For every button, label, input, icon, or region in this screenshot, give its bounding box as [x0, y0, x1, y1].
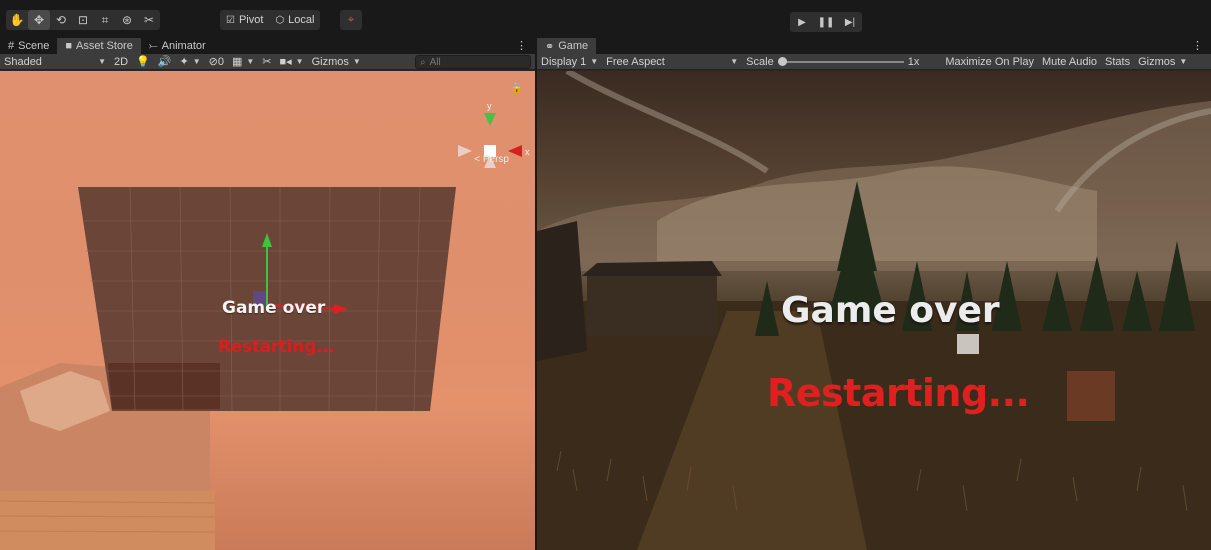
- main-toolbar: ✋ ✥ ⟲ ⊡ ⌗ ⊛ ✂ ☑ Pivot ⬡ Local ⌖ ▶ ❚❚ ▶|: [0, 0, 1211, 38]
- transform-tool-icon[interactable]: ⊛: [116, 10, 138, 30]
- restarting-subtitle: Restarting...: [767, 371, 1030, 415]
- scene-tabbar: # Scene ■ Asset Store ⤚ Animator ⋮: [0, 38, 535, 54]
- audio-icon[interactable]: 🔊: [154, 54, 176, 70]
- draw-mode-value: Shaded: [4, 55, 42, 68]
- pause-icon[interactable]: ❚❚: [814, 12, 838, 32]
- scene-tab-icon: #: [8, 40, 15, 52]
- hidden-count: 0: [217, 55, 224, 68]
- scene-controlbar: Shaded ▼ 2D 💡 🔊 ✦ ▼ ⊘ 0 ▦ ▼ ✂ ■◂ ▼ Gizmos ▼…: [0, 54, 535, 70]
- asset-store-icon: ■: [65, 40, 72, 52]
- asset-store-tab-label: Asset Store: [75, 40, 133, 52]
- building-middle: [587, 276, 717, 336]
- animator-tab-label: Animator: [161, 40, 206, 52]
- chevron-down-icon: ▼: [98, 57, 106, 66]
- draw-mode-dropdown[interactable]: Shaded ▼: [0, 54, 110, 70]
- game-tabbar: ⚭ Game ⋮: [537, 38, 1211, 54]
- cloud-highlight: [657, 166, 1097, 261]
- pivot-label: Pivot: [238, 14, 264, 26]
- persp-label[interactable]: < Persp: [474, 154, 509, 165]
- animator-icon: ⤚: [148, 39, 158, 52]
- game-panel: ⚭ Game ⋮ Display 1 ▼ Free Aspect ▼ Scale…: [537, 38, 1211, 550]
- move-tool-icon[interactable]: ✥: [28, 10, 50, 30]
- play-icon[interactable]: ▶: [790, 12, 814, 32]
- scene-panel: # Scene ■ Asset Store ⤚ Animator ⋮ Shade…: [0, 38, 535, 550]
- scene-viewport[interactable]: y x 🔒 < Persp Game over Restarting...: [0, 71, 535, 550]
- scale-tool-icon[interactable]: ⊡: [72, 10, 94, 30]
- eye-slash-icon: ⊘: [208, 56, 218, 68]
- game-tab-label: Game: [558, 40, 589, 52]
- scale-slider[interactable]: [777, 56, 904, 67]
- stats-toggle[interactable]: Stats: [1101, 54, 1134, 70]
- scale-control: Scale 1x: [742, 54, 923, 70]
- chevron-down-icon: ▼: [1179, 57, 1188, 66]
- game-tab-icon: ⚭: [545, 40, 555, 53]
- custom-tool-icon[interactable]: ✂: [138, 10, 160, 30]
- chevron-down-icon: ▼: [352, 57, 361, 66]
- scene-overlay-title: Game over: [222, 298, 326, 318]
- scale-value: 1x: [907, 55, 920, 68]
- local-icon: ⬡: [275, 14, 285, 26]
- chevron-down-icon: ▼: [590, 57, 599, 66]
- aspect-dropdown[interactable]: Free Aspect ▼: [602, 54, 742, 70]
- game-viewport[interactable]: Game over Restarting...: [537, 71, 1211, 550]
- building-roof: [582, 261, 722, 276]
- scene-gizmos-label: Gizmos: [311, 55, 349, 68]
- svg-text:y: y: [487, 101, 492, 111]
- camera-icon[interactable]: ■◂ ▼: [276, 54, 308, 70]
- search-icon: ⌕: [420, 56, 426, 68]
- game-over-title: Game over: [781, 290, 1000, 331]
- scene-gizmos-dropdown[interactable]: Gizmos ▼: [308, 54, 365, 70]
- grid-snap-icon[interactable]: ⌖: [340, 10, 362, 30]
- terrain-ground: [0, 491, 215, 550]
- hand-tool-icon[interactable]: ✋: [6, 10, 28, 30]
- tab-animator[interactable]: ⤚ Animator: [141, 38, 214, 54]
- step-icon[interactable]: ▶|: [838, 12, 862, 32]
- lighting-icon[interactable]: 💡: [132, 54, 154, 70]
- chevron-down-icon: ▼: [730, 57, 739, 66]
- scene-menu-icon[interactable]: ⋮: [516, 39, 527, 52]
- pivot-toggles: ☑ Pivot ⬡ Local: [220, 10, 321, 30]
- ground: [537, 301, 1211, 550]
- tab-asset-store[interactable]: ■ Asset Store: [57, 38, 141, 54]
- game-menu-icon[interactable]: ⋮: [1192, 39, 1203, 52]
- crate-stack: [1067, 371, 1115, 421]
- aspect-value: Free Aspect: [606, 55, 665, 68]
- tools-icon[interactable]: ✂: [258, 54, 275, 70]
- display-value: Display 1: [541, 55, 587, 68]
- game-gizmos-dropdown[interactable]: Gizmos ▼: [1134, 54, 1191, 70]
- hidden-objects-toggle[interactable]: ⊘ 0: [205, 54, 228, 70]
- canvas-shadow: [108, 363, 220, 409]
- pivot-icon: ☑: [226, 14, 235, 26]
- scale-slider-thumb[interactable]: [777, 56, 787, 66]
- toggle-2d-label: 2D: [114, 55, 129, 68]
- game-controlbar: Display 1 ▼ Free Aspect ▼ Scale 1x Maxim…: [537, 54, 1211, 70]
- scale-label: Scale: [746, 55, 774, 68]
- mute-audio-toggle[interactable]: Mute Audio: [1038, 54, 1101, 70]
- svg-text:x: x: [525, 147, 530, 157]
- sky-ring-left: [565, 71, 769, 174]
- tab-game[interactable]: ⚭ Game: [537, 38, 597, 54]
- scene-overlay-subtitle: Restarting...: [218, 337, 335, 357]
- lock-icon[interactable]: 🔒: [511, 83, 523, 94]
- pivot-toggle[interactable]: ☑ Pivot: [220, 10, 269, 30]
- toggle-2d-button[interactable]: 2D: [110, 54, 132, 70]
- local-toggle[interactable]: ⬡ Local: [269, 10, 320, 30]
- playmode-controls: ▶ ❚❚ ▶|: [790, 12, 862, 32]
- tab-scene[interactable]: # Scene: [0, 38, 57, 54]
- local-label: Local: [288, 14, 315, 26]
- rect-tool-icon[interactable]: ⌗: [94, 10, 116, 30]
- search-placeholder: All: [429, 56, 441, 68]
- scene-tab-label: Scene: [18, 40, 50, 52]
- transform-tools: ✋ ✥ ⟲ ⊡ ⌗ ⊛ ✂: [6, 10, 160, 30]
- maximize-on-play-toggle[interactable]: Maximize On Play: [941, 54, 1038, 70]
- scene-search-input[interactable]: ⌕ All: [415, 55, 531, 69]
- sign-board: [957, 334, 979, 354]
- persp-arrow-icon: <: [474, 154, 483, 165]
- effects-icon[interactable]: ✦ ▼: [175, 54, 204, 70]
- display-dropdown[interactable]: Display 1 ▼: [537, 54, 602, 70]
- rotate-tool-icon[interactable]: ⟲: [50, 10, 72, 30]
- grid-icon[interactable]: ▦ ▼: [228, 54, 258, 70]
